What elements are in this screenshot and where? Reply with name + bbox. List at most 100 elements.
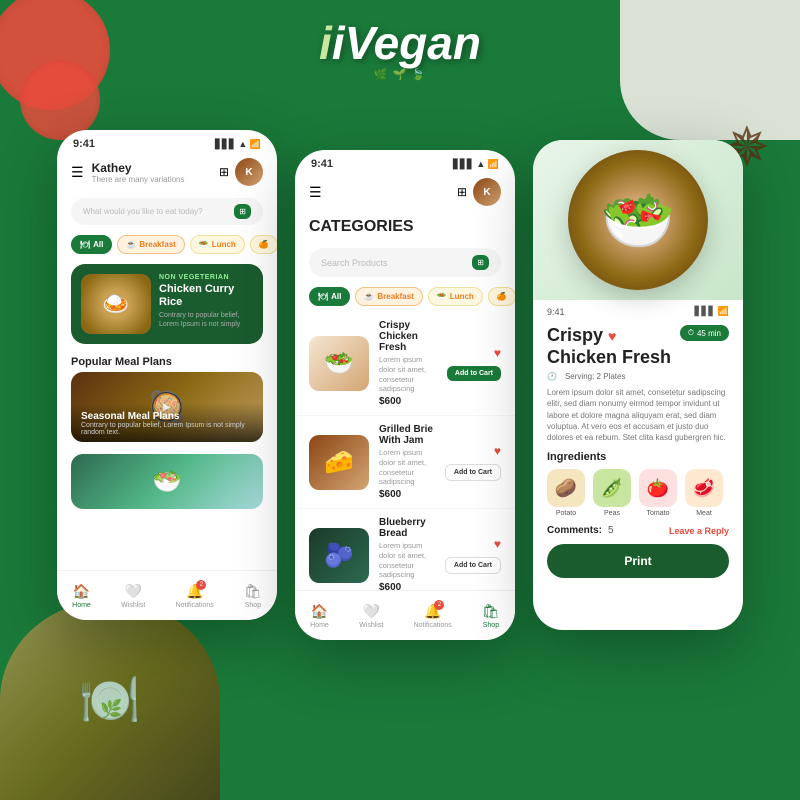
hero-food-image: 🥗 bbox=[568, 150, 708, 290]
ingredients-list: 🥔 Potato 🫛 Peas 🍅 Tomato 🥩 Meat bbox=[547, 469, 729, 517]
nav-home[interactable]: 🏠 Home bbox=[72, 583, 91, 609]
tomato-decoration bbox=[0, 0, 110, 110]
nav-shop[interactable]: 🛍 Shop bbox=[244, 583, 262, 609]
phone-2: 9:41 ▋▋▋ ▲ 📶 ☰ ⊞ K CATEGORIES Search Pro… bbox=[295, 150, 515, 640]
food-details-1: Crispy Chicken Fresh Lorem ipsum dolor s… bbox=[379, 320, 437, 407]
tab-more[interactable]: 🍊 bbox=[250, 235, 277, 254]
food-name-1: Crispy Chicken Fresh bbox=[379, 320, 437, 353]
meal-plan-overlay-1: Seasonal Meal Plans Contrary to popular … bbox=[71, 403, 263, 442]
ingredient-peas: 🫛 Peas bbox=[593, 469, 631, 517]
food-details-3: Blueberry Bread Lorem ipsum dolor sit am… bbox=[379, 517, 435, 593]
food-image-2: 🧀 bbox=[309, 435, 369, 490]
meal-plan-card-2[interactable]: 🥗 ▶ bbox=[71, 454, 263, 509]
nav-notifications[interactable]: 🔔 2 Notifications bbox=[176, 583, 214, 609]
tab-breakfast[interactable]: ☕Breakfast bbox=[117, 235, 184, 254]
add-to-cart-btn-1[interactable]: Add to Cart bbox=[447, 366, 501, 381]
ingredient-meat: 🥩 Meat bbox=[685, 469, 723, 517]
food-price-1: $600 bbox=[379, 396, 437, 407]
food-item-1: 🥗 Crispy Chicken Fresh Lorem ipsum dolor… bbox=[295, 312, 515, 416]
phone2-notification-badge: 2 bbox=[434, 600, 444, 610]
phone3-status-bar: 9:41 ▋▋▋ 📶 bbox=[533, 300, 743, 321]
phone2-nav-notifications[interactable]: 🔔 2 Notifications bbox=[414, 603, 452, 629]
phone2-time: 9:41 bbox=[311, 158, 333, 170]
comments-label: Comments: bbox=[547, 525, 602, 536]
ingredient-potato: 🥔 Potato bbox=[547, 469, 585, 517]
wishlist-icon-1[interactable]: ♥ bbox=[494, 346, 501, 360]
categories-title: CATEGORIES bbox=[295, 214, 515, 244]
phone-1: 9:41 ▋▋▋ ▲ 📶 ☰ Kathey There are many var… bbox=[57, 130, 277, 620]
print-button[interactable]: Print bbox=[547, 544, 729, 578]
logo-text: iVegan bbox=[332, 17, 481, 69]
play-button-2[interactable]: ▶ bbox=[157, 472, 177, 492]
time-badge: ⏱ 45 min bbox=[680, 325, 729, 341]
dish-description: Lorem ipsum dolor sit amet, consetetur s… bbox=[547, 387, 729, 443]
popular-section-title: Popular Meal Plans bbox=[57, 348, 277, 372]
meal-plan-card-1[interactable]: 🥘 ▶ Seasonal Meal Plans Contrary to popu… bbox=[71, 372, 263, 442]
leave-reply-link[interactable]: Leave a Reply bbox=[669, 526, 729, 536]
filter-button[interactable]: ⊞ bbox=[234, 204, 251, 219]
user-avatar[interactable]: K bbox=[235, 158, 263, 186]
phone2-avatar[interactable]: K bbox=[473, 178, 501, 206]
ingredient-name-peas: Peas bbox=[604, 510, 620, 517]
food-details-2: Grilled Brie With Jam Lorem ipsum dolor … bbox=[379, 424, 435, 500]
meal-plan-desc: Contrary to popular belief, Lorem Ipsum … bbox=[81, 422, 253, 436]
phone1-header: ☰ Kathey There are many variations ⊞ K bbox=[57, 154, 277, 194]
phone2-tab-lunch[interactable]: 🥗Lunch bbox=[428, 287, 483, 306]
phone3-hero: 🥗 bbox=[533, 140, 743, 300]
app-logo: iiVegan 🌿 🌱 🍃 bbox=[319, 20, 481, 81]
phone2-tab-more[interactable]: 🍊 bbox=[488, 287, 515, 306]
phone2-header: ☰ ⊞ K bbox=[295, 174, 515, 214]
dish-heart-icon[interactable]: ♥ bbox=[608, 328, 616, 344]
phone2-search-bar[interactable]: Search Products ⊞ bbox=[309, 248, 501, 277]
user-name: Kathey bbox=[92, 161, 185, 175]
phone2-status-icons: ▋▋▋ ▲ 📶 bbox=[453, 159, 499, 170]
wishlist-icon-2[interactable]: ♥ bbox=[494, 444, 501, 458]
phone1-search-bar[interactable]: What would you like to eat today? ⊞ bbox=[71, 198, 263, 225]
phone2-nav-shop[interactable]: 🛍 Shop bbox=[482, 603, 500, 629]
ingredient-name-potato: Potato bbox=[556, 510, 576, 517]
tab-all[interactable]: 🍽All bbox=[71, 235, 112, 254]
food-item-3: 🫐 Blueberry Bread Lorem ipsum dolor sit … bbox=[295, 509, 515, 602]
featured-info: NON VEGETERIAN Chicken Curry Rice Contra… bbox=[159, 274, 253, 334]
phone2-header-icons: ⊞ K bbox=[457, 178, 501, 206]
filter-icon[interactable]: ⊞ bbox=[219, 165, 229, 179]
hamburger-icon[interactable]: ☰ bbox=[71, 164, 84, 181]
phone2-tab-breakfast[interactable]: ☕Breakfast bbox=[355, 287, 422, 306]
ingredient-image-potato: 🥔 bbox=[547, 469, 585, 507]
featured-description: Contrary to popular belief, Lorem Ipsum … bbox=[159, 311, 253, 329]
tomato-slice-decoration bbox=[20, 60, 100, 140]
phone2-nav-wishlist[interactable]: 🤍 Wishlist bbox=[359, 603, 383, 629]
tab-lunch[interactable]: 🥗Lunch bbox=[190, 235, 245, 254]
food-desc-1: Lorem ipsum dolor sit amet, consetetur s… bbox=[379, 355, 437, 394]
phone2-hamburger-icon[interactable]: ☰ bbox=[309, 184, 322, 201]
dish-title-line2: Chicken Fresh bbox=[547, 347, 671, 369]
phone2-nav-home[interactable]: 🏠 Home bbox=[310, 603, 329, 629]
featured-tag: NON VEGETERIAN bbox=[159, 274, 253, 281]
ingredients-title: Ingredients bbox=[547, 451, 729, 463]
phone2-filter-button[interactable]: ⊞ bbox=[472, 255, 489, 270]
phone2-filter-icon[interactable]: ⊞ bbox=[457, 185, 467, 199]
food-price-2: $600 bbox=[379, 489, 435, 500]
phone1-category-tabs: 🍽All ☕Breakfast 🥗Lunch 🍊 bbox=[57, 229, 277, 260]
featured-card[interactable]: 🍛 NON VEGETERIAN Chicken Curry Rice Cont… bbox=[71, 264, 263, 344]
ingredient-image-meat: 🥩 bbox=[685, 469, 723, 507]
phone2-status-bar: 9:41 ▋▋▋ ▲ 📶 bbox=[295, 150, 515, 174]
food-image-1: 🥗 bbox=[309, 336, 369, 391]
add-to-cart-btn-3[interactable]: Add to Cart bbox=[445, 557, 501, 574]
ingredient-name-tomato: Tomato bbox=[647, 510, 670, 517]
ingredient-image-tomato: 🍅 bbox=[639, 469, 677, 507]
add-to-cart-btn-2[interactable]: Add to Cart bbox=[445, 464, 501, 481]
food-name-3: Blueberry Bread bbox=[379, 517, 435, 539]
wishlist-icon-3[interactable]: ♥ bbox=[494, 537, 501, 551]
food-actions-1: ♥ Add to Cart bbox=[447, 346, 501, 381]
phone3-content: Crispy ♥ Chicken Fresh ⏱ 45 min 🕐 Servin… bbox=[533, 321, 743, 582]
phone2-tab-all[interactable]: 🍽All bbox=[309, 287, 350, 306]
ingredient-name-meat: Meat bbox=[696, 510, 712, 517]
phone2-category-tabs: 🍽All ☕Breakfast 🥗Lunch 🍊 bbox=[295, 281, 515, 312]
nav-wishlist[interactable]: 🤍 Wishlist bbox=[121, 583, 145, 609]
comments-count: 5 bbox=[608, 525, 614, 536]
food-actions-3: ♥ Add to Cart bbox=[445, 537, 501, 574]
user-subtitle: There are many variations bbox=[92, 175, 185, 184]
header-icons: ⊞ K bbox=[219, 158, 263, 186]
food-name-2: Grilled Brie With Jam bbox=[379, 424, 435, 446]
